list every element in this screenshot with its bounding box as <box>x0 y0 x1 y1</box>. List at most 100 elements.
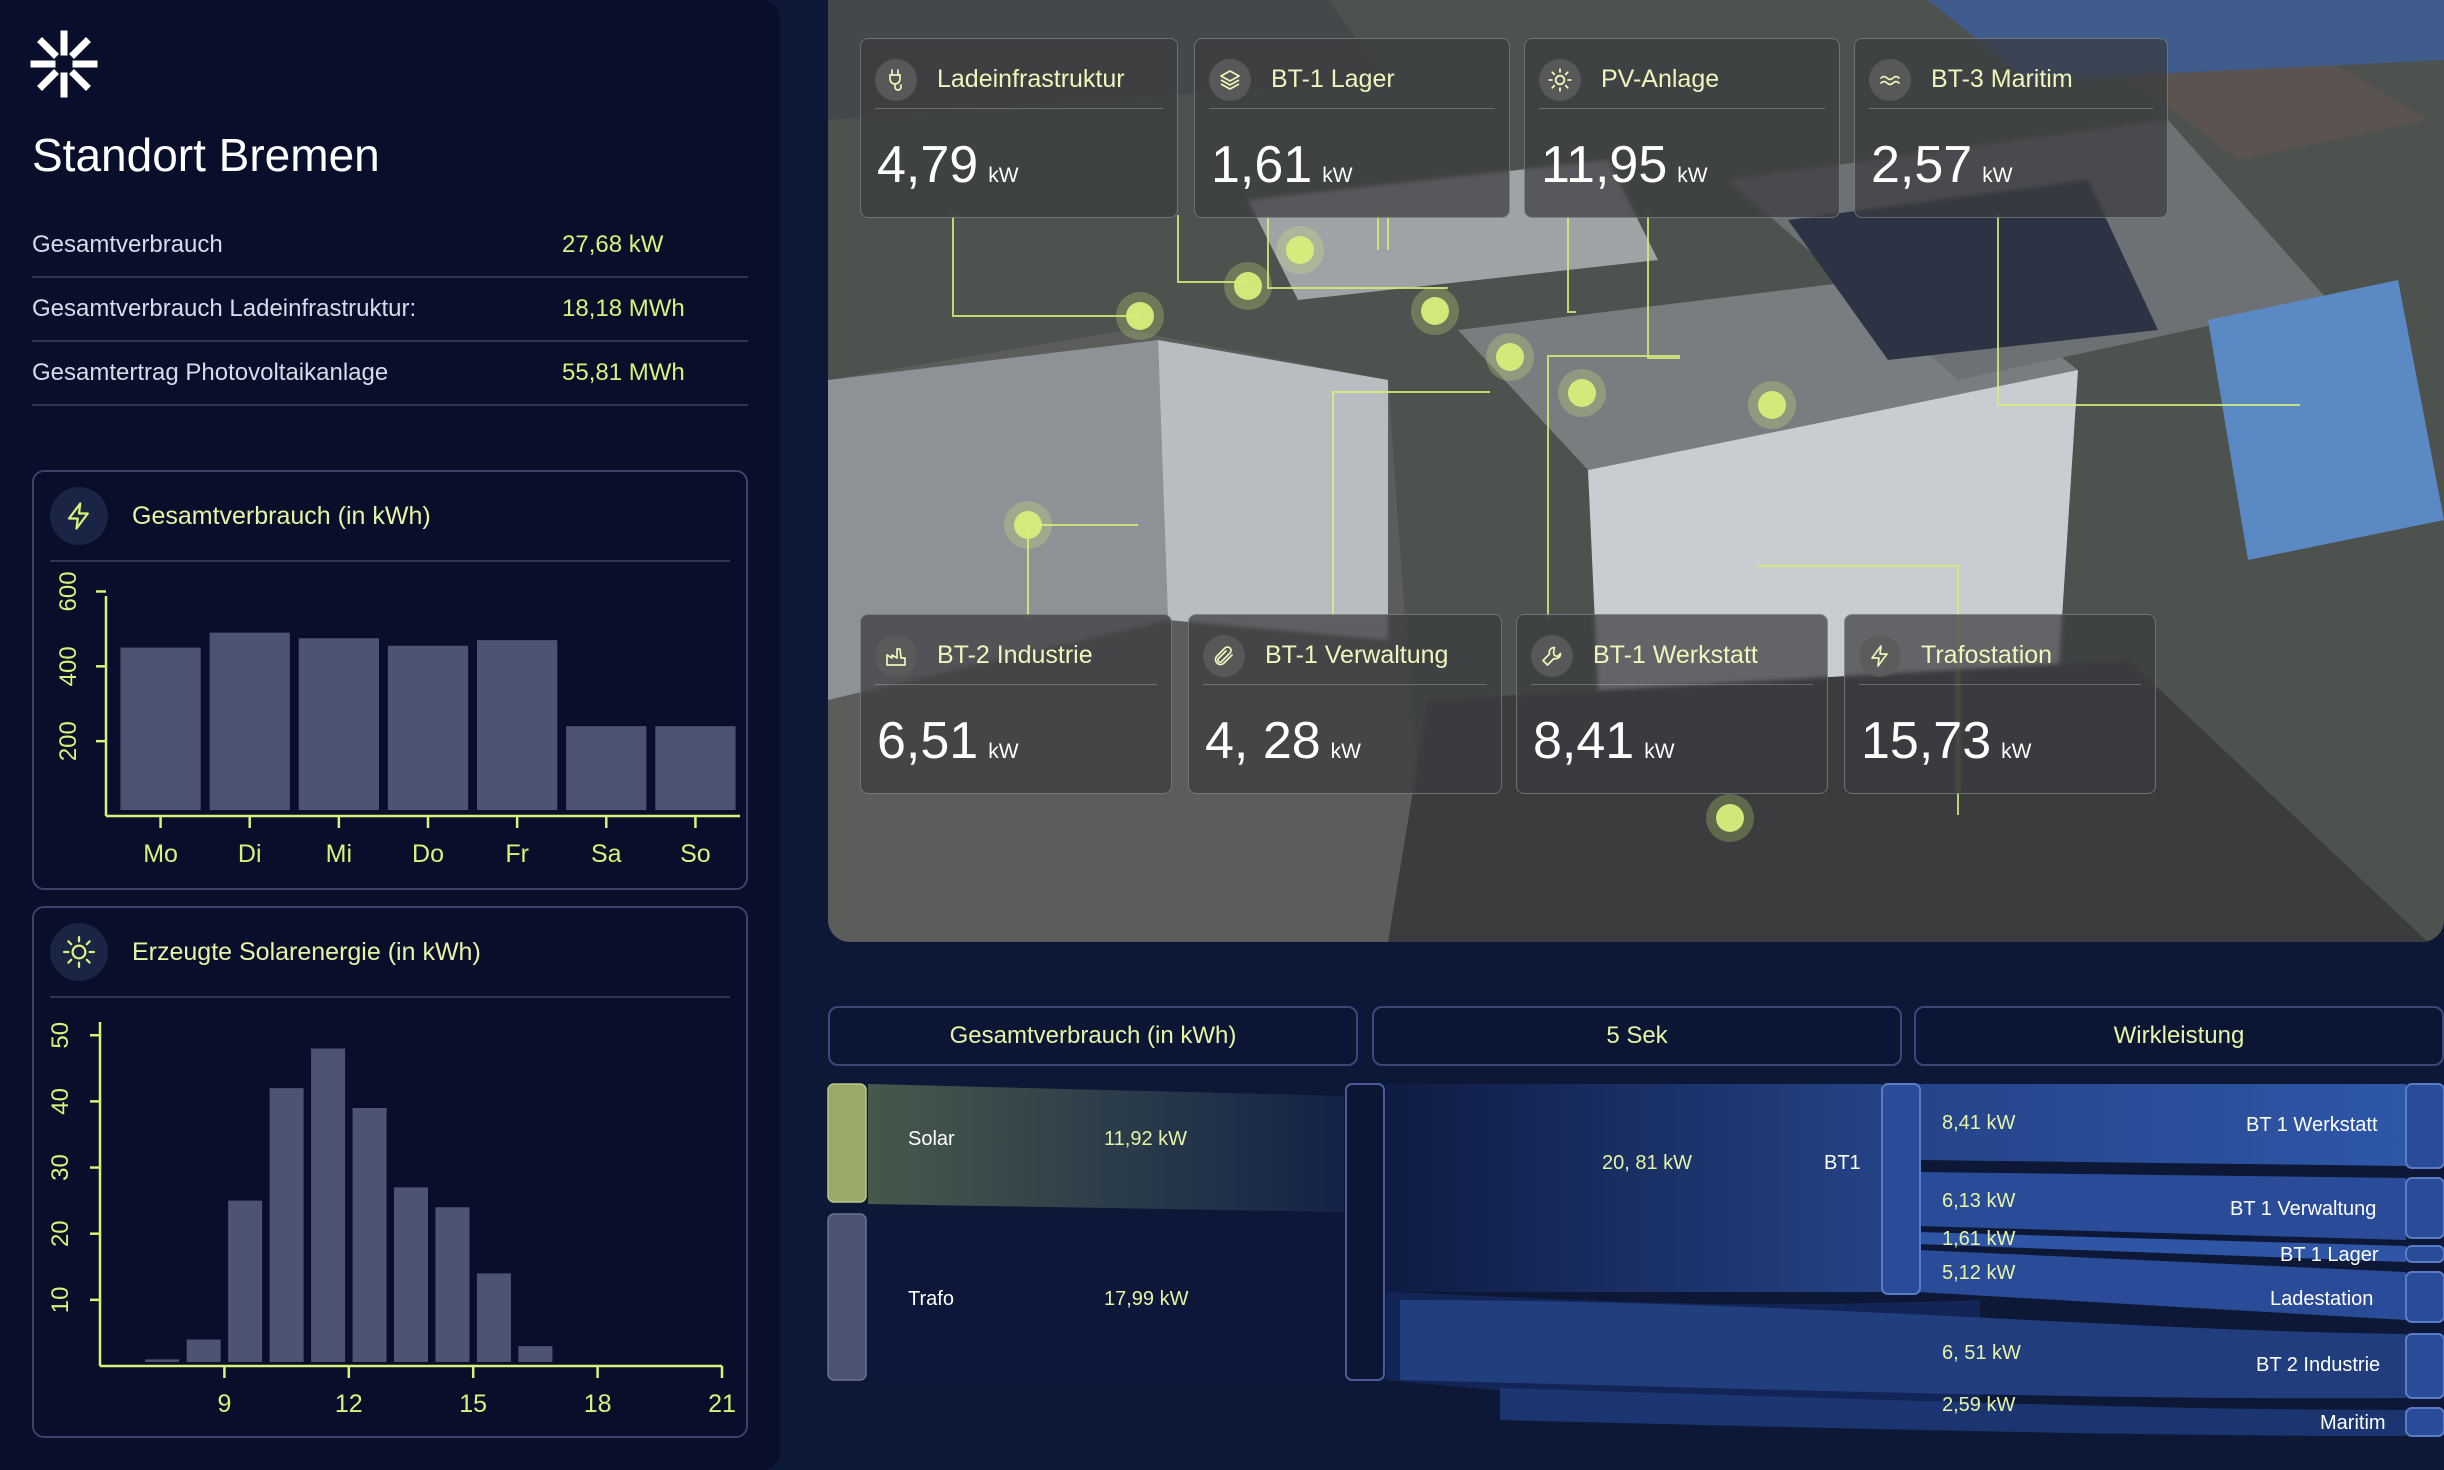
tile-value: 15,73 kW <box>1861 711 2031 771</box>
bar <box>311 1048 346 1362</box>
y-tick-label: 200 <box>55 721 82 761</box>
card-title: Erzeugte Solarenergie (in kWh) <box>132 937 481 966</box>
flow-header-consumption: Gesamtverbrauch (in kWh) <box>828 1006 1358 1066</box>
bt1-flow-band <box>1386 1084 1882 1292</box>
tile-value: 4, 28 kW <box>1205 711 1361 771</box>
flow-source-value: 11,92 kW <box>1104 1128 1187 1150</box>
tile-value-number: 11,95 <box>1541 136 1668 194</box>
werkstatt-node <box>2405 1083 2444 1169</box>
tile-header: BT-3 Maritim <box>1869 51 2153 109</box>
bar <box>387 645 469 810</box>
tile-bt3-maritim[interactable]: BT-3 Maritim 2,57 kW <box>1854 38 2168 218</box>
tile-value-number: 2,57 <box>1871 136 1973 194</box>
card-header: Erzeugte Solarenergie (in kWh) <box>50 908 730 998</box>
bar <box>209 632 290 810</box>
tile-value-number: 15,73 <box>1861 712 1992 770</box>
tile-name: BT-3 Maritim <box>1931 65 2073 93</box>
tile-unit: kW <box>2001 740 2032 763</box>
flow-target-label: BT 1 Werkstatt <box>2246 1114 2378 1136</box>
paperclip-icon <box>1203 634 1245 677</box>
bar <box>269 1088 304 1362</box>
tile-bt1-werkstatt[interactable]: BT-1 Werkstatt 8,41 kW <box>1516 614 1828 794</box>
bar <box>298 638 379 810</box>
tile-unit: kW <box>988 740 1019 763</box>
flow-middle-value: 20, 81 kW <box>1602 1152 1693 1174</box>
y-tick-label: 20 <box>47 1220 74 1247</box>
tile-value: 2,57 kW <box>1871 135 2013 195</box>
stat-value: 55,81 MWh <box>562 359 685 386</box>
stat-row-pv-yield: Gesamtertrag Photovoltaikanlage 55,81 MW… <box>32 342 748 406</box>
tile-name: BT-1 Verwaltung <box>1265 641 1449 669</box>
tile-value-number: 4, 28 <box>1205 712 1321 770</box>
x-tick-label: So <box>680 840 711 868</box>
flow-target-value: 5,12 kW <box>1942 1262 2016 1284</box>
solar-node <box>827 1083 867 1203</box>
y-tick-label: 600 <box>55 571 82 611</box>
tile-name: BT-2 Industrie <box>937 641 1093 669</box>
trafo-node <box>827 1213 867 1381</box>
tile-name: PV-Anlage <box>1601 65 1720 93</box>
tile-unit: kW <box>1677 164 1708 187</box>
stat-row-charging-consumption: Gesamtverbrauch Ladeinfrastruktur: 18,18… <box>32 278 748 342</box>
flow-target-label: BT 1 Verwaltung <box>2230 1198 2377 1220</box>
stat-label: Gesamtertrag Photovoltaikanlage <box>32 359 389 386</box>
card-title: Gesamtverbrauch (in kWh) <box>132 501 431 530</box>
tile-value: 8,41 kW <box>1533 711 1675 771</box>
wrench-icon <box>1531 634 1573 677</box>
flow-middle-label: BT1 <box>1824 1152 1861 1174</box>
tile-value: 4,79 kW <box>877 135 1019 195</box>
sun-icon <box>50 923 108 981</box>
x-tick-label: 9 <box>217 1390 231 1418</box>
stat-value: 27,68 kW <box>562 231 664 258</box>
x-tick-label: 12 <box>335 1390 363 1418</box>
tile-ladeinfrastruktur[interactable]: Ladeinfrastruktur 4,79 kW <box>860 38 1178 218</box>
tile-header: BT-1 Werkstatt <box>1531 627 1813 685</box>
maritim-node <box>2405 1407 2444 1437</box>
sidebar-panel: Standort Bremen Gesamtverbrauch 27,68 kW… <box>0 0 780 1470</box>
tile-value: 11,95 kW <box>1541 135 1708 195</box>
layers-icon <box>1209 58 1251 101</box>
bar <box>352 1108 387 1362</box>
flow-source-label: Solar <box>908 1128 955 1150</box>
tile-unit: kW <box>1330 740 1361 763</box>
tile-pv-anlage[interactable]: PV-Anlage 11,95 kW <box>1524 38 1840 218</box>
flow-target-label: BT 2 Industrie <box>2256 1354 2381 1376</box>
bar <box>566 726 647 810</box>
flow-target-value: 1,61 kW <box>1942 1228 2016 1250</box>
tile-header: BT-1 Verwaltung <box>1203 627 1487 685</box>
bar <box>393 1187 429 1362</box>
tile-trafostation[interactable]: Trafostation 15,73 kW <box>1844 614 2156 794</box>
flow-target-value: 6,13 kW <box>1942 1190 2016 1212</box>
tile-value-number: 1,61 <box>1211 136 1313 194</box>
tile-bt1-verwaltung[interactable]: BT-1 Verwaltung 4, 28 kW <box>1188 614 1502 794</box>
tile-bt2-industrie[interactable]: BT-2 Industrie 6,51 kW <box>860 614 1172 794</box>
tile-header: Trafostation <box>1859 627 2141 685</box>
y-tick-label: 40 <box>47 1088 74 1115</box>
x-tick-label: Di <box>238 840 262 868</box>
tile-bt1-lager[interactable]: BT-1 Lager 1,61 kW <box>1194 38 1510 218</box>
solar-chart-card: Erzeugte Solarenergie (in kWh) 10 20 30 40 5… <box>32 906 748 1438</box>
consumption-chart-card: Gesamtverbrauch (in kWh) 200 400 600 Mo Di Mi… <box>32 470 748 890</box>
consumption-node <box>1345 1083 1385 1381</box>
stat-row-total-consumption: Gesamtverbrauch 27,68 kW <box>32 214 748 278</box>
lightning-icon <box>50 487 108 545</box>
flow-header-active-power: Wirkleistung <box>1914 1006 2444 1066</box>
lightning-icon <box>1859 634 1901 677</box>
stat-label: Gesamtverbrauch Ladeinfrastruktur: <box>32 295 417 322</box>
tile-value-number: 4,79 <box>877 136 979 194</box>
x-tick-label: 15 <box>459 1390 487 1418</box>
x-tick-label: 21 <box>708 1390 736 1418</box>
stat-value: 18,18 MWh <box>562 295 685 322</box>
verwaltung-node <box>2405 1177 2444 1239</box>
x-tick-label: Fr <box>505 840 529 868</box>
tile-name: Ladeinfrastruktur <box>937 65 1125 93</box>
flow-header-interval[interactable]: 5 Sek <box>1372 1006 1902 1066</box>
tile-header: BT-1 Lager <box>1209 51 1495 109</box>
stat-label: Gesamtverbrauch <box>32 231 223 258</box>
tile-value-number: 6,51 <box>877 712 979 770</box>
plug-icon <box>875 58 917 101</box>
solar-bar-chart: 10 20 30 40 50 9 12 15 18 21 <box>47 1022 736 1418</box>
flow-source-value: 17,99 kW <box>1104 1288 1189 1310</box>
bar <box>518 1346 553 1362</box>
x-tick-label: Do <box>412 840 444 868</box>
